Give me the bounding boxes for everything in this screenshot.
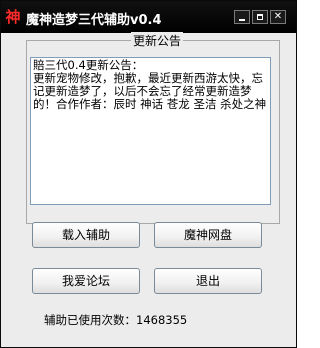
minimize-icon — [239, 19, 245, 21]
usage-count-text: 辅助已使用次数：1468355 — [44, 313, 188, 327]
forum-button[interactable]: 我爱论坛 — [32, 268, 140, 294]
app-logo-icon: 神 — [5, 8, 21, 26]
netdisk-button[interactable]: 魔神网盘 — [154, 222, 262, 248]
close-button[interactable]: ✕ — [270, 10, 286, 24]
load-helper-button[interactable]: 载入辅助 — [32, 222, 140, 248]
update-notice-label: 更新公告 — [131, 32, 184, 49]
exit-button[interactable]: 退出 — [154, 268, 262, 294]
window-title: 魔神造梦三代辅助v0.4 — [26, 13, 162, 28]
maximize-icon — [257, 14, 263, 20]
update-notice-textbox[interactable]: 賠三代0.4更新公告： 更新宠物修改，抱歉，最近更新西游太快，忘记更新造梦了，以… — [30, 57, 271, 205]
close-icon: ✕ — [273, 11, 283, 22]
maximize-button[interactable] — [252, 10, 268, 24]
minimize-button[interactable] — [234, 10, 250, 24]
title-bar[interactable]: 神 魔神造梦三代辅助v0.4 ✕ — [1, 1, 296, 33]
